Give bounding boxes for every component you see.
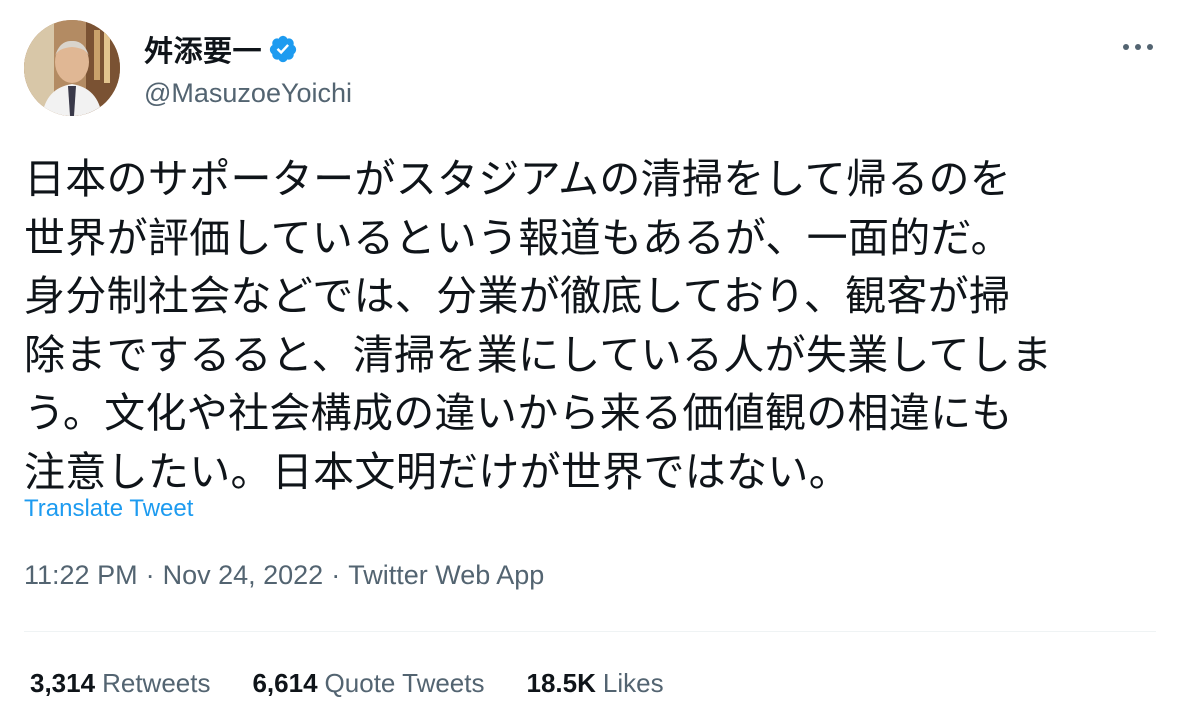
likes-count: 18.5K (526, 668, 596, 698)
author-handle[interactable]: @MasuzoeYoichi (144, 78, 352, 109)
meta-separator: · (145, 560, 155, 590)
display-name-row: 舛添要一 (144, 28, 352, 70)
tweet-date[interactable]: Nov 24, 2022 (163, 560, 324, 591)
retweets-stat[interactable]: 3,314 Retweets (30, 668, 210, 699)
tweet-card: 舛添要一 @MasuzoeYoichi 日本のサポーターがスタジアムの清掃をして… (0, 0, 1182, 720)
quote-tweets-label: Quote Tweets (324, 668, 485, 698)
author-names: 舛添要一 @MasuzoeYoichi (144, 28, 352, 109)
avatar-photo (24, 20, 120, 116)
tweet-source[interactable]: Twitter Web App (348, 560, 544, 591)
likes-stat[interactable]: 18.5K Likes (527, 668, 664, 699)
tweet-header: 舛添要一 @MasuzoeYoichi (24, 20, 352, 116)
verified-badge-icon (268, 34, 298, 64)
quote-tweets-stat[interactable]: 6,614 Quote Tweets (252, 668, 484, 699)
meta-separator: · (331, 560, 341, 590)
tweet-time[interactable]: 11:22 PM (24, 560, 138, 591)
likes-label: Likes (602, 668, 664, 698)
retweets-count: 3,314 (30, 668, 96, 698)
avatar[interactable] (24, 20, 120, 116)
more-icon[interactable] (1118, 32, 1158, 62)
retweets-label: Retweets (102, 668, 211, 698)
quote-tweets-count: 6,614 (252, 668, 318, 698)
divider (24, 631, 1156, 632)
tweet-meta: 11:22 PM · Nov 24, 2022 · Twitter Web Ap… (24, 560, 544, 591)
display-name[interactable]: 舛添要一 (144, 28, 262, 70)
translate-tweet-link[interactable]: Translate Tweet (24, 495, 193, 523)
tweet-text: 日本のサポーターがスタジアムの清掃をして帰るのを 世界が評価しているという報道も… (24, 155, 1053, 496)
tweet-stats: 3,314 Retweets 6,614 Quote Tweets 18.5K … (30, 668, 706, 699)
